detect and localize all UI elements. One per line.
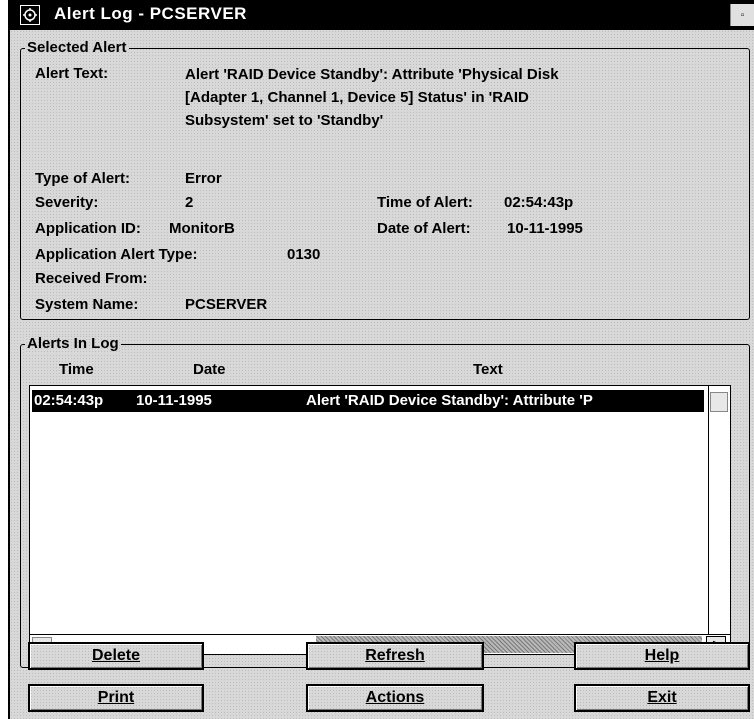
alert-text-line: Alert 'RAID Device Standby': Attribute '… [185, 66, 559, 83]
delete-button[interactable]: Delete [28, 642, 204, 670]
help-button-label: Help [644, 647, 680, 664]
delete-button-label: Delete [91, 647, 141, 664]
minimize-button[interactable]: ▫ [730, 4, 754, 26]
system-name-label: System Name: [35, 296, 139, 313]
time-of-alert-value: 02:54:43p [504, 194, 574, 211]
severity-label: Severity: [35, 194, 99, 211]
actions-button[interactable]: Actions [306, 684, 484, 712]
received-from-label: Received From: [35, 270, 148, 287]
date-of-alert-label: Date of Alert: [377, 220, 471, 237]
alerts-in-log-legend: Alerts In Log [25, 335, 121, 353]
severity-value: 2 [185, 194, 194, 211]
selected-alert-legend: Selected Alert [25, 39, 129, 57]
alert-text-line: [Adapter 1, Channel 1, Device 5] Status'… [185, 89, 529, 106]
help-button[interactable]: Help [574, 642, 750, 670]
print-button[interactable]: Print [28, 684, 204, 712]
application-alert-type-label: Application Alert Type: [35, 246, 198, 263]
alerts-in-log-group: Alerts In Log Time Date Text 02:54:43p 1… [20, 335, 750, 668]
table-row[interactable]: 02:54:43p 10-11-1995 Alert 'RAID Device … [32, 390, 704, 412]
alert-text-value: Alert 'RAID Device Standby': Attribute '… [185, 63, 745, 132]
application-id-label: Application ID: [35, 220, 141, 237]
system-name-value: PCSERVER [185, 296, 268, 313]
time-of-alert-label: Time of Alert: [377, 194, 473, 211]
window-title: Alert Log - PCSERVER [54, 4, 247, 23]
actions-button-label: Actions [365, 689, 425, 706]
application-alert-type-value: 0130 [287, 246, 321, 263]
vertical-scrollbar[interactable] [708, 386, 730, 634]
column-header-date: Date [193, 361, 226, 378]
exit-button-label: Exit [647, 689, 677, 706]
system-menu-icon[interactable] [20, 5, 40, 25]
exit-button[interactable]: Exit [574, 684, 750, 712]
alert-text-label: Alert Text: [35, 65, 109, 82]
print-button-label: Print [97, 689, 135, 706]
alerts-list[interactable]: 02:54:43p 10-11-1995 Alert 'RAID Device … [29, 385, 731, 655]
row-time: 02:54:43p [34, 392, 104, 409]
date-of-alert-value: 10-11-1995 [507, 220, 583, 237]
selected-alert-group: Selected Alert Alert Text: Alert 'RAID D… [20, 39, 750, 320]
alert-log-window: Alert Log - PCSERVER ▫ Selected Alert Al… [8, 0, 754, 719]
alert-text-line: Subsystem' set to 'Standby' [185, 112, 384, 129]
refresh-button-label: Refresh [365, 647, 425, 664]
vertical-scroll-thumb[interactable] [710, 392, 728, 412]
title-bar[interactable]: Alert Log - PCSERVER ▫ [10, 0, 754, 30]
type-of-alert-label: Type of Alert: [35, 170, 131, 187]
row-date: 10-11-1995 [136, 392, 212, 409]
refresh-button[interactable]: Refresh [306, 642, 484, 670]
column-header-text: Text [473, 361, 503, 378]
row-text: Alert 'RAID Device Standby': Attribute '… [306, 392, 593, 409]
type-of-alert-value: Error [185, 170, 222, 187]
column-header-time: Time [59, 361, 94, 378]
application-id-value: MonitorB [169, 220, 235, 237]
